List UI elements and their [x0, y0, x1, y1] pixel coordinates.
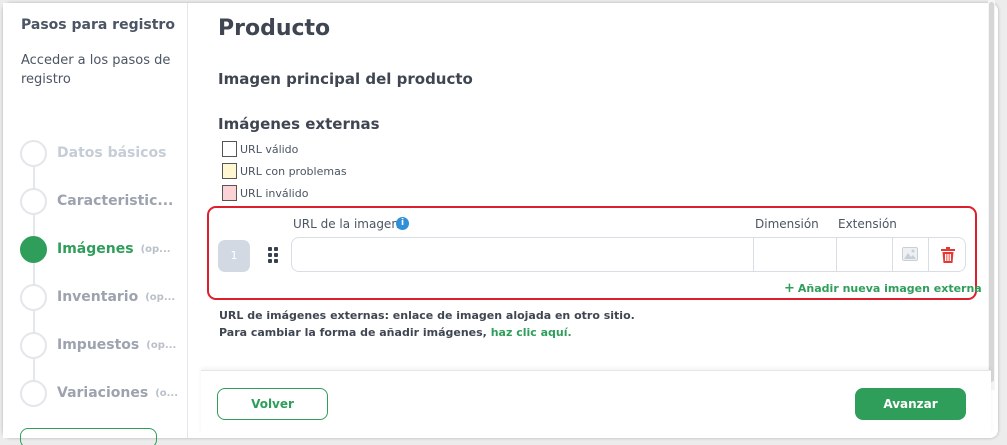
image-preview-icon	[902, 247, 918, 261]
step-optional: (o...	[155, 387, 179, 399]
step-label: Variaciones	[57, 385, 149, 401]
sidebar-panel: Pasos para registro Acceder a los pasos …	[3, 3, 188, 445]
sidebar-subtitle: Acceder a los pasos de registro	[21, 53, 171, 87]
info-icon[interactable]: i	[396, 217, 409, 230]
step-dot	[20, 139, 47, 167]
step-datos-basicos[interactable]: Datos básicos	[20, 139, 166, 167]
step-optional: (op...	[140, 243, 171, 255]
scrollbar[interactable]	[988, 0, 995, 390]
legend-swatch-invalid	[222, 185, 237, 201]
row-number-badge: 1	[218, 240, 250, 272]
step-imagenes[interactable]: Imágenes (op...	[20, 235, 171, 263]
legend-label: URL con problemas	[240, 164, 347, 178]
sidebar-button[interactable]	[20, 428, 157, 445]
step-label: Inventario	[57, 289, 139, 305]
change-mode-text: Para cambiar la forma de añadir imágenes…	[219, 326, 487, 339]
legend-invalid: URL inválido	[222, 185, 308, 201]
step-dot	[20, 379, 47, 407]
step-optional: (op...	[146, 339, 177, 351]
step-label: Datos básicos	[57, 145, 167, 161]
legend-swatch-warning	[222, 163, 237, 179]
external-images-heading: Imágenes externas	[218, 115, 380, 133]
dimension-cell	[753, 238, 836, 271]
image-url-input[interactable]	[292, 238, 753, 271]
delete-row-button[interactable]	[928, 238, 967, 271]
external-url-note: URL de imágenes externas: enlace de imag…	[219, 309, 635, 322]
scrollbar-thumb[interactable]	[989, 2, 994, 382]
step-label: Caracteristic...	[57, 193, 174, 209]
add-link-label: Añadir nueva imagen externa	[797, 282, 982, 295]
main-image-heading: Imagen principal del producto	[218, 70, 473, 88]
step-label: Impuestos	[57, 337, 140, 353]
legend-valid: URL válido	[222, 141, 298, 157]
next-button[interactable]: Avanzar	[855, 388, 966, 420]
step-variaciones[interactable]: Variaciones (o...	[20, 379, 178, 407]
steps-sidebar: Pasos para registro Acceder a los pasos …	[3, 3, 188, 445]
step-dot	[20, 235, 47, 263]
step-impuestos[interactable]: Impuestos (op...	[20, 331, 176, 359]
drag-handle-icon[interactable]	[268, 247, 280, 263]
plus-icon: +	[784, 281, 795, 296]
change-mode-link[interactable]: haz clic aquí.	[491, 326, 572, 339]
step-dot	[20, 187, 47, 215]
step-dot	[20, 283, 47, 311]
external-image-row	[291, 237, 966, 272]
col-header-url: URL de la imagen	[293, 217, 399, 231]
sidebar-title: Pasos para registro	[21, 17, 175, 33]
legend-swatch-valid	[222, 141, 237, 157]
change-mode-note: Para cambiar la forma de añadir imágenes…	[219, 326, 572, 339]
step-optional: (op...	[145, 291, 176, 303]
col-header-extension: Extensión	[838, 217, 897, 231]
trash-icon	[941, 246, 955, 263]
back-button[interactable]: Volver	[217, 388, 328, 420]
step-inventario[interactable]: Inventario (op...	[20, 283, 175, 311]
col-header-dimension: Dimensión	[755, 217, 819, 231]
legend-label: URL válido	[240, 142, 299, 156]
page-title: Producto	[218, 16, 331, 41]
step-caracteristicas[interactable]: Caracteristic...	[20, 187, 173, 215]
step-label: Imágenes	[57, 241, 134, 257]
step-dot	[20, 331, 47, 359]
legend-warning: URL con problemas	[222, 163, 347, 179]
extension-cell	[836, 238, 892, 271]
legend-label: URL inválido	[240, 186, 309, 200]
add-external-image-link[interactable]: + Añadir nueva imagen externa	[784, 281, 982, 296]
